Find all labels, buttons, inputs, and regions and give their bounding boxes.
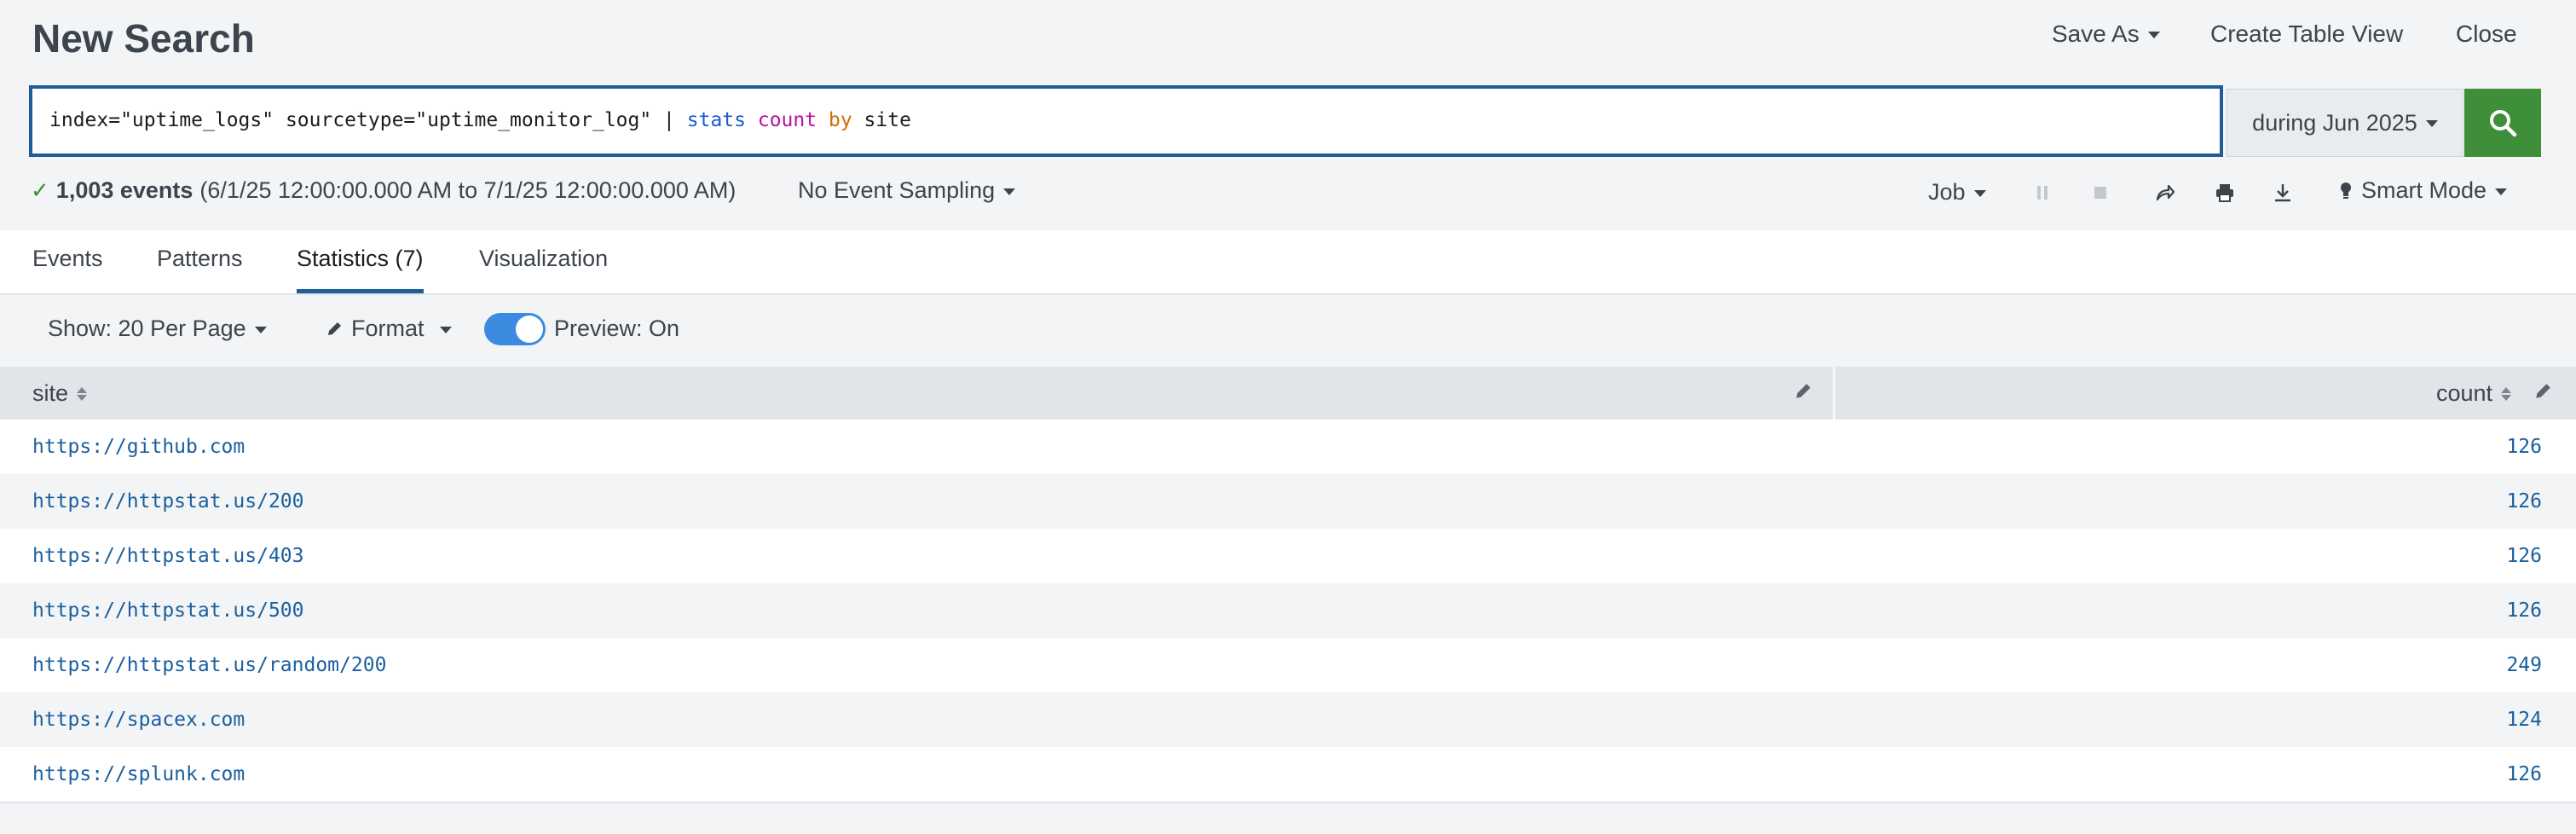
caret-down-icon xyxy=(1973,189,1986,197)
stop-icon[interactable] xyxy=(2088,181,2112,205)
preview-toggle[interactable] xyxy=(484,313,546,345)
column-label-site: site xyxy=(32,380,69,406)
create-table-view-link[interactable]: Create Table View xyxy=(2210,20,2403,48)
results-tabs: Events Patterns Statistics (7) Visualiza… xyxy=(0,230,2576,295)
tab-statistics[interactable]: Statistics (7) xyxy=(297,246,424,293)
export-icon[interactable] xyxy=(2271,181,2295,205)
save-as-label: Save As xyxy=(2052,20,2140,47)
query-command: stats xyxy=(686,109,746,131)
job-menu[interactable]: Job xyxy=(1928,179,1986,206)
table-row: https://httpstat.us/200 126 xyxy=(0,474,2576,529)
pause-icon[interactable] xyxy=(2030,181,2054,205)
column-header-count[interactable]: count xyxy=(2436,380,2511,407)
table-row: https://httpstat.us/403 126 xyxy=(0,529,2576,583)
cell-count[interactable]: 124 xyxy=(2506,709,2542,731)
tab-events[interactable]: Events xyxy=(32,246,103,289)
save-as-menu[interactable]: Save As xyxy=(2052,20,2160,48)
column-label-count: count xyxy=(2435,380,2492,406)
caret-down-icon xyxy=(254,326,267,333)
job-status: ✓ 1,003 events (6/1/25 12:00:00.000 AM t… xyxy=(31,177,736,204)
lightbulb-icon xyxy=(2341,182,2351,199)
preview-label: Preview: On xyxy=(554,316,680,341)
table-row: https://httpstat.us/500 126 xyxy=(0,583,2576,638)
cell-site[interactable]: https://splunk.com xyxy=(32,763,245,785)
per-page-menu[interactable]: Show: 20 Per Page xyxy=(48,316,267,342)
cell-count[interactable]: 249 xyxy=(2506,654,2542,676)
time-range-picker[interactable]: during Jun 2025 xyxy=(2227,89,2463,157)
cell-site[interactable]: https://httpstat.us/random/200 xyxy=(32,654,386,676)
toggle-knob xyxy=(516,316,543,343)
cell-count[interactable]: 126 xyxy=(2506,599,2542,622)
print-icon[interactable] xyxy=(2213,181,2237,205)
query-base: index="uptime_logs" sourcetype="uptime_m… xyxy=(49,109,687,131)
query-function: count xyxy=(757,109,817,131)
cell-count[interactable]: 126 xyxy=(2506,490,2542,513)
event-sampling-menu[interactable]: No Event Sampling xyxy=(798,177,1016,204)
cell-site[interactable]: https://httpstat.us/500 xyxy=(32,599,304,622)
sampling-label: No Event Sampling xyxy=(798,177,996,203)
caret-down-icon xyxy=(2425,120,2438,127)
table-bottom-border xyxy=(0,802,2576,803)
edit-column-icon[interactable] xyxy=(1793,382,1812,405)
cell-site[interactable]: https://httpstat.us/403 xyxy=(32,545,304,567)
table-row: https://splunk.com 126 xyxy=(0,747,2576,802)
table-row: https://spacex.com 124 xyxy=(0,692,2576,747)
search-button[interactable] xyxy=(2464,89,2541,157)
column-header-site[interactable]: site xyxy=(32,380,88,407)
per-page-label: Show: 20 Per Page xyxy=(48,316,246,341)
check-icon: ✓ xyxy=(31,177,49,203)
pencil-icon xyxy=(328,321,341,335)
caret-down-icon xyxy=(2495,188,2508,195)
tab-visualization[interactable]: Visualization xyxy=(479,246,608,289)
caret-down-icon xyxy=(439,326,452,333)
sort-icon xyxy=(2501,386,2511,401)
time-span: (6/1/25 12:00:00.000 AM to 7/1/25 12:00:… xyxy=(199,177,736,203)
column-divider xyxy=(1833,367,1835,420)
page-title: New Search xyxy=(32,16,255,61)
search-icon xyxy=(2490,110,2517,137)
caret-down-icon xyxy=(2147,32,2160,38)
search-mode-menu[interactable]: Smart Mode xyxy=(2339,177,2508,204)
time-range-label: during Jun 2025 xyxy=(2252,109,2417,136)
cell-count[interactable]: 126 xyxy=(2506,763,2542,785)
search-mode-label: Smart Mode xyxy=(2361,177,2487,203)
events-count: 1,003 events xyxy=(55,177,193,203)
query-field: site xyxy=(863,109,911,131)
format-label: Format xyxy=(351,316,425,341)
cell-count[interactable]: 126 xyxy=(2506,436,2542,458)
table-row: https://github.com 126 xyxy=(0,420,2576,474)
search-input[interactable]: index="uptime_logs" sourcetype="uptime_m… xyxy=(29,85,2223,157)
cell-count[interactable]: 126 xyxy=(2506,545,2542,567)
job-label: Job xyxy=(1928,179,1966,205)
table-row: https://httpstat.us/random/200 249 xyxy=(0,638,2576,692)
sort-icon xyxy=(77,386,88,401)
query-by: by xyxy=(828,109,852,131)
cell-site[interactable]: https://httpstat.us/200 xyxy=(32,490,304,513)
close-link[interactable]: Close xyxy=(2456,20,2517,48)
table-header: site count xyxy=(0,367,2576,420)
share-icon[interactable] xyxy=(2153,181,2177,205)
cell-site[interactable]: https://github.com xyxy=(32,436,245,458)
edit-column-icon[interactable] xyxy=(2533,382,2552,405)
search-query: index="uptime_logs" sourcetype="uptime_m… xyxy=(49,109,911,131)
format-menu[interactable]: Format xyxy=(326,316,452,342)
cell-site[interactable]: https://spacex.com xyxy=(32,709,245,731)
tab-patterns[interactable]: Patterns xyxy=(157,246,243,289)
caret-down-icon xyxy=(1003,188,1016,195)
